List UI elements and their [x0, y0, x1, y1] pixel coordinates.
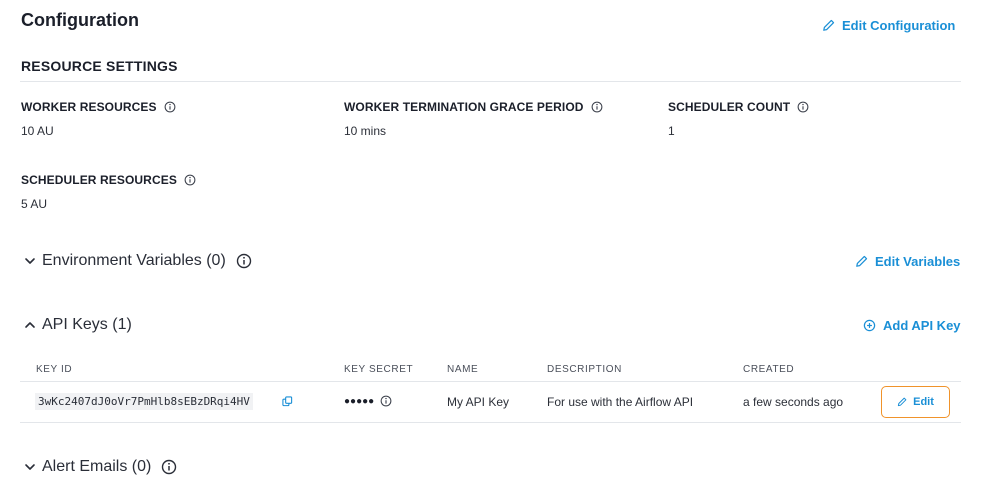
edit-configuration-link[interactable]: Edit Configuration [822, 18, 955, 33]
add-api-key-link[interactable]: Add API Key [863, 318, 961, 333]
info-icon[interactable] [164, 101, 176, 113]
worker-termination-grace-period-value: 10 mins [344, 124, 387, 138]
environment-variables-toggle[interactable]: Environment Variables (0) [24, 252, 252, 270]
api-key-name: My API Key [447, 395, 510, 409]
table-header-divider [20, 381, 961, 382]
edit-api-key-button[interactable]: Edit [881, 386, 950, 418]
page-title: Configuration [21, 10, 139, 30]
alert-emails-toggle[interactable]: Alert Emails (0) [24, 458, 177, 476]
field-label: WORKER TERMINATION GRACE PERIOD [344, 100, 584, 114]
column-header-key-secret: KEY SECRET [344, 364, 414, 375]
scheduler-count-value: 1 [668, 124, 675, 138]
edit-configuration-label: Edit Configuration [842, 18, 956, 33]
table-row-divider [20, 422, 961, 423]
chevron-down-icon [25, 464, 35, 470]
info-icon[interactable] [236, 253, 252, 269]
pencil-icon [856, 255, 868, 267]
info-icon[interactable] [797, 101, 809, 113]
environment-variables-label: Environment Variables (0) [42, 252, 226, 269]
resource-settings-heading: RESOURCE SETTINGS [21, 58, 178, 74]
api-keys-label: API Keys (1) [42, 316, 132, 333]
worker-resources-label: WORKER RESOURCES [21, 100, 176, 114]
scheduler-resources-label: SCHEDULER RESOURCES [21, 173, 196, 187]
api-key-created: a few seconds ago [743, 395, 844, 409]
add-api-key-label: Add API Key [883, 318, 961, 333]
chevron-down-icon [25, 258, 35, 264]
edit-variables-label: Edit Variables [875, 254, 961, 269]
edit-variables-link[interactable]: Edit Variables [855, 254, 960, 269]
info-icon[interactable] [161, 459, 177, 475]
column-header-created: CREATED [743, 364, 795, 375]
worker-resources-value: 10 AU [21, 124, 54, 138]
column-header-name: NAME [447, 364, 479, 375]
pencil-icon [823, 19, 835, 31]
key-secret-value: ●●●●● [344, 395, 375, 407]
pencil-icon [897, 397, 907, 407]
field-label: WORKER RESOURCES [21, 100, 157, 114]
alert-emails-label: Alert Emails (0) [42, 458, 152, 475]
edit-button-label: Edit [913, 396, 934, 408]
info-icon[interactable] [184, 174, 196, 186]
section-divider [20, 81, 961, 82]
chevron-up-icon [25, 322, 35, 328]
key-secret-cell: ●●●●● [344, 395, 392, 407]
copy-icon[interactable] [282, 396, 293, 407]
field-label: SCHEDULER RESOURCES [21, 173, 177, 187]
worker-termination-grace-period-label: WORKER TERMINATION GRACE PERIOD [344, 100, 603, 114]
api-key-description: For use with the Airflow API [547, 395, 694, 409]
scheduler-count-label: SCHEDULER COUNT [668, 100, 809, 114]
info-icon[interactable] [591, 101, 603, 113]
info-icon[interactable] [380, 395, 392, 407]
column-header-key-id: KEY ID [36, 364, 73, 375]
plus-circle-icon [863, 319, 876, 332]
scheduler-resources-value: 5 AU [21, 197, 48, 211]
column-header-description: DESCRIPTION [547, 364, 622, 375]
key-id-value: 3wKc2407dJ0oVr7PmHlb8sEBzDRqi4HV [35, 393, 253, 410]
api-keys-toggle[interactable]: API Keys (1) [24, 316, 132, 334]
field-label: SCHEDULER COUNT [668, 100, 791, 114]
